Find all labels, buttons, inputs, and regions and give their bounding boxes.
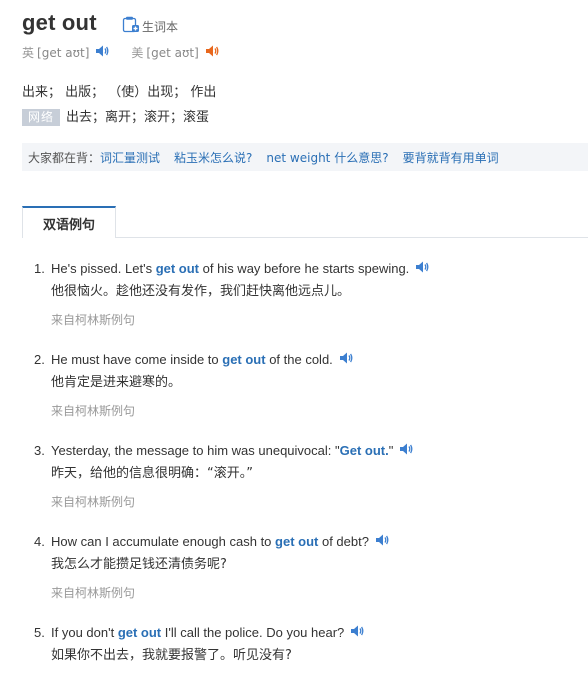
hot-link-useful-words[interactable]: 要背就背有用单词 xyxy=(403,149,499,166)
example-chinese: 他肯定是进来避寒的。 xyxy=(51,374,182,390)
example-list: 1. He's pissed. Let's get out of his way… xyxy=(34,258,574,682)
tab-bar: 双语例句 xyxy=(22,206,588,238)
uk-phonetic: [get aʊt] xyxy=(37,45,90,60)
example-keyword[interactable]: Get out. xyxy=(340,443,389,458)
web-tag: 网络 xyxy=(22,109,61,126)
entry-word: get out xyxy=(22,10,97,35)
hot-search-prefix: 大家都在背： xyxy=(28,150,101,165)
us-label: 美 xyxy=(131,46,144,60)
example-item: 1. He's pissed. Let's get out of his way… xyxy=(34,258,574,349)
web-translation: 出去；离开；滚开；滚蛋 xyxy=(66,110,210,125)
example-english: He's pissed. Let's get out of his way be… xyxy=(51,258,574,281)
uk-label: 英 xyxy=(22,46,35,60)
example-chinese: 昨天，给他的信息很明确：“滚开。” xyxy=(51,465,253,481)
example-item: 5. If you don't get out I'll call the po… xyxy=(34,622,574,682)
us-phonetic: [get aʊt] xyxy=(146,45,199,60)
wordbook-label: 生词本 xyxy=(142,20,179,34)
example-keyword[interactable]: get out xyxy=(156,261,199,276)
example-keyword[interactable]: get out xyxy=(222,352,265,367)
example-item: 3. Yesterday, the message to him was une… xyxy=(34,440,574,531)
tab-bilingual-examples[interactable]: 双语例句 xyxy=(22,206,116,238)
example-speaker-icon[interactable] xyxy=(415,259,429,281)
example-number: 5. xyxy=(34,625,45,640)
example-item: 2. He must have come inside to get out o… xyxy=(34,349,574,440)
example-english: Yesterday, the message to him was unequi… xyxy=(51,440,574,463)
example-english: If you don't get out I'll call the polic… xyxy=(51,622,574,645)
example-number: 3. xyxy=(34,443,45,458)
basic-translation: 出来； 出版； （使）出现； 作出 xyxy=(22,85,217,100)
add-to-wordbook-button[interactable]: 生词本 xyxy=(122,16,178,37)
example-chinese: 他很恼火。趁他还没有发作，我们赶快离他远点儿。 xyxy=(51,283,351,299)
example-number: 4. xyxy=(34,534,45,549)
example-chinese: 我怎么才能攒足钱还清债务呢? xyxy=(51,556,227,572)
example-source[interactable]: 来自柯林斯例句 xyxy=(51,582,574,604)
web-translation-row: 网络 出去；离开；滚开；滚蛋 xyxy=(22,106,209,126)
example-speaker-icon[interactable] xyxy=(375,532,389,554)
example-chinese: 如果你不出去，我就要报警了。听见没有? xyxy=(51,647,292,663)
uk-speaker-icon[interactable] xyxy=(95,44,109,61)
example-speaker-icon[interactable] xyxy=(339,350,353,372)
example-speaker-icon[interactable] xyxy=(399,441,413,463)
hot-link-net-weight[interactable]: net weight 什么意思? xyxy=(266,149,388,166)
us-speaker-icon[interactable] xyxy=(205,44,219,61)
example-number: 2. xyxy=(34,352,45,367)
example-number: 1. xyxy=(34,261,45,276)
example-item: 4. How can I accumulate enough cash to g… xyxy=(34,531,574,622)
hot-link-vocab-test[interactable]: 词汇量测试 xyxy=(100,149,160,166)
example-source[interactable]: 来自柯林斯例句 xyxy=(51,309,574,331)
pronunciation-row: 英 [get aʊt] 美 [get aʊt] xyxy=(22,44,219,61)
example-english: He must have come inside to get out of t… xyxy=(51,349,574,372)
example-keyword[interactable]: get out xyxy=(118,625,161,640)
hot-search-bar: 大家都在背： 词汇量测试 粘玉米怎么说? net weight 什么意思? 要背… xyxy=(22,143,588,171)
example-speaker-icon[interactable] xyxy=(350,623,364,645)
example-source[interactable]: 来自柯林斯例句 xyxy=(51,491,574,513)
example-source[interactable]: 来自柯林斯例句 xyxy=(51,400,574,422)
example-english: How can I accumulate enough cash to get … xyxy=(51,531,574,554)
example-keyword[interactable]: get out xyxy=(275,534,318,549)
hot-link-waxy-corn[interactable]: 粘玉米怎么说? xyxy=(174,149,252,166)
wordbook-plus-icon xyxy=(122,16,139,37)
